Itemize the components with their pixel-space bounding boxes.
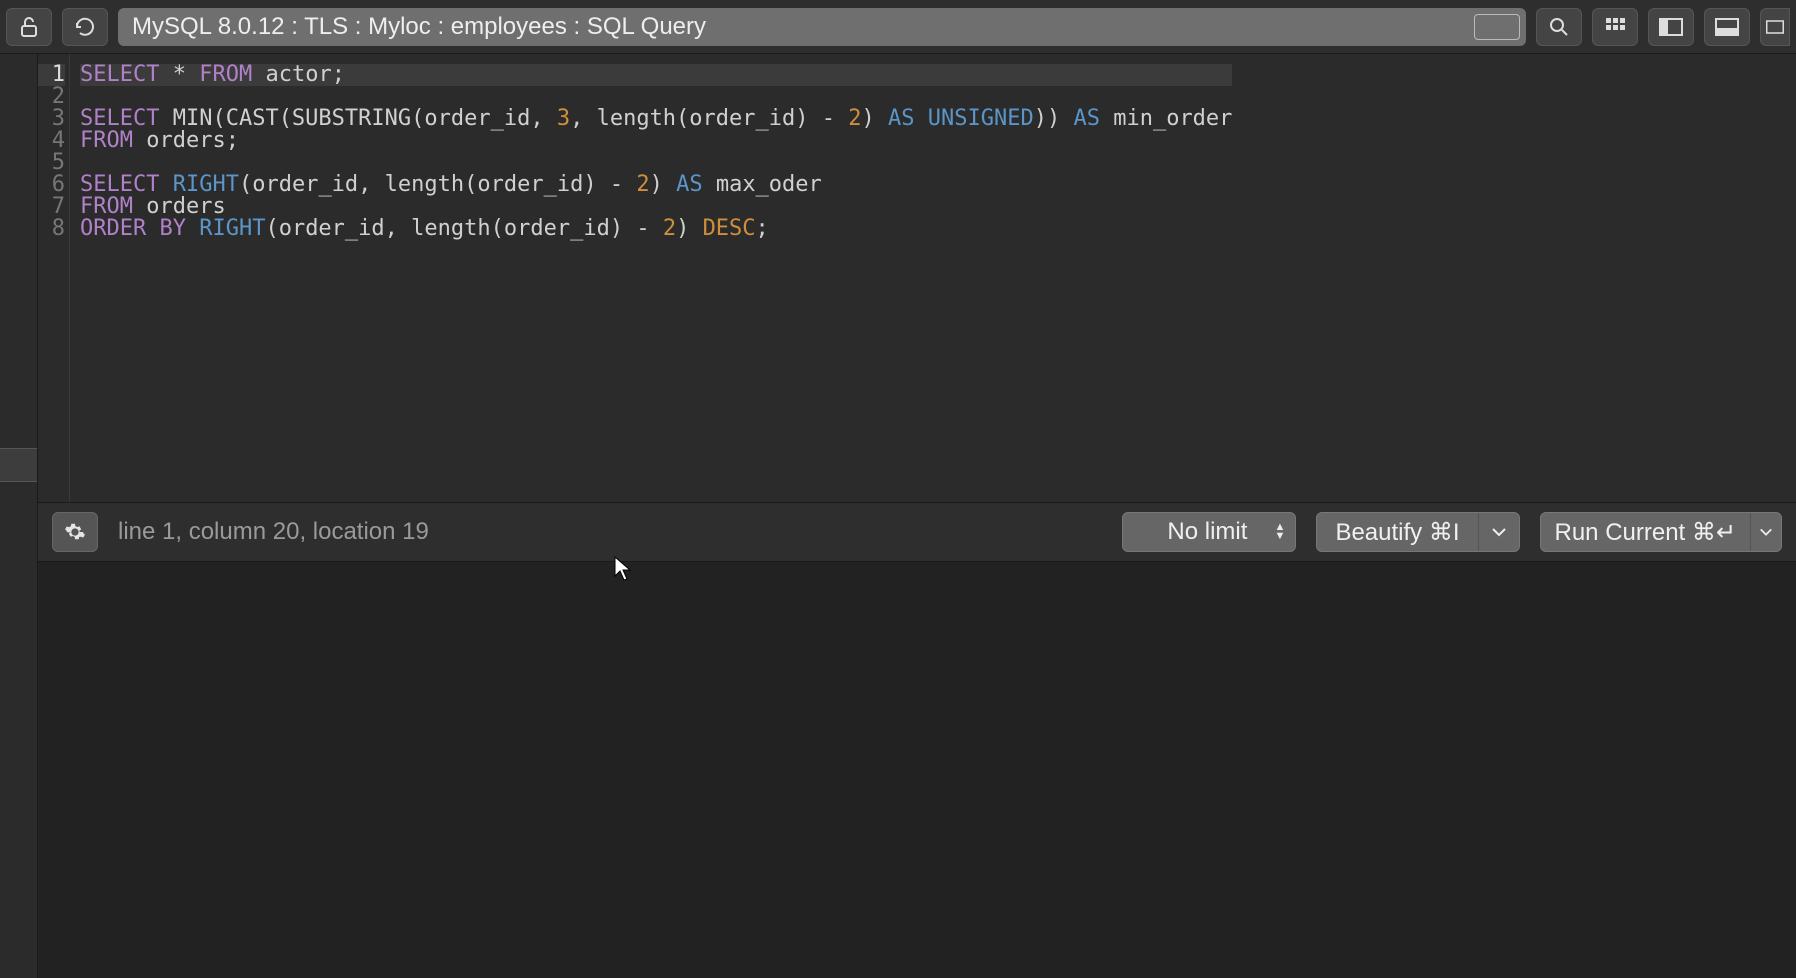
lock-open-icon bbox=[19, 16, 39, 38]
settings-button[interactable] bbox=[52, 512, 98, 552]
layout-left-button[interactable] bbox=[1648, 8, 1694, 46]
top-toolbar: MySQL 8.0.12 : TLS : Myloc : employees :… bbox=[0, 0, 1796, 54]
layout-bottom-icon bbox=[1715, 18, 1739, 36]
code-line[interactable]: ORDER BY RIGHT(order_id, length(order_id… bbox=[80, 218, 1232, 240]
layout-left-icon bbox=[1659, 18, 1683, 36]
beautify-label: Beautify ⌘I bbox=[1335, 518, 1459, 547]
run-label: Run Current ⌘↵ bbox=[1555, 518, 1737, 547]
breadcrumb-badge bbox=[1474, 14, 1520, 40]
search-button[interactable] bbox=[1536, 8, 1582, 46]
code-line[interactable]: SELECT * FROM actor; bbox=[80, 64, 1232, 86]
run-button[interactable]: Run Current ⌘↵ bbox=[1540, 512, 1783, 552]
chevron-down-icon bbox=[1759, 527, 1773, 537]
run-dropdown[interactable] bbox=[1751, 527, 1781, 537]
line-gutter: 12345678 bbox=[38, 54, 70, 502]
stepper-icon: ▲▼ bbox=[1275, 523, 1286, 541]
code-line[interactable] bbox=[80, 86, 1232, 108]
breadcrumb-text: MySQL 8.0.12 : TLS : Myloc : employees :… bbox=[132, 13, 706, 41]
gear-icon bbox=[64, 521, 86, 543]
main-area: 12345678 SELECT * FROM actor; SELECT MIN(… bbox=[0, 54, 1796, 978]
sidebar-handle[interactable] bbox=[0, 448, 37, 482]
layout-right-icon bbox=[1766, 18, 1784, 36]
refresh-button[interactable] bbox=[62, 8, 108, 46]
search-icon bbox=[1549, 17, 1569, 37]
grid-icon bbox=[1605, 17, 1625, 37]
row-limit-select[interactable]: No limit ▲▼ bbox=[1122, 512, 1296, 552]
status-bar: line 1, column 20, location 19 No limit … bbox=[38, 502, 1796, 562]
left-sidebar bbox=[0, 54, 38, 978]
code-line[interactable] bbox=[80, 152, 1232, 174]
chevron-down-icon bbox=[1491, 527, 1507, 537]
content-area: 12345678 SELECT * FROM actor; SELECT MIN(… bbox=[38, 54, 1796, 978]
breadcrumb[interactable]: MySQL 8.0.12 : TLS : Myloc : employees :… bbox=[118, 8, 1526, 46]
row-limit-label: No limit bbox=[1167, 518, 1247, 546]
cursor-position: line 1, column 20, location 19 bbox=[118, 518, 429, 546]
grid-button[interactable] bbox=[1592, 8, 1638, 46]
lock-button[interactable] bbox=[6, 8, 52, 46]
code-line[interactable]: SELECT RIGHT(order_id, length(order_id) … bbox=[80, 174, 1232, 196]
results-panel bbox=[38, 562, 1796, 978]
layout-bottom-button[interactable] bbox=[1704, 8, 1750, 46]
code-line[interactable]: SELECT MIN(CAST(SUBSTRING(order_id, 3, l… bbox=[80, 108, 1232, 130]
code-line[interactable]: FROM orders bbox=[80, 196, 1232, 218]
code-area[interactable]: SELECT * FROM actor; SELECT MIN(CAST(SUBS… bbox=[70, 54, 1242, 502]
refresh-icon bbox=[74, 16, 96, 38]
sql-editor[interactable]: 12345678 SELECT * FROM actor; SELECT MIN(… bbox=[38, 54, 1796, 502]
beautify-button[interactable]: Beautify ⌘I bbox=[1316, 512, 1519, 552]
layout-right-button[interactable] bbox=[1760, 8, 1790, 46]
beautify-dropdown[interactable] bbox=[1479, 527, 1519, 537]
code-line[interactable]: FROM orders; bbox=[80, 130, 1232, 152]
